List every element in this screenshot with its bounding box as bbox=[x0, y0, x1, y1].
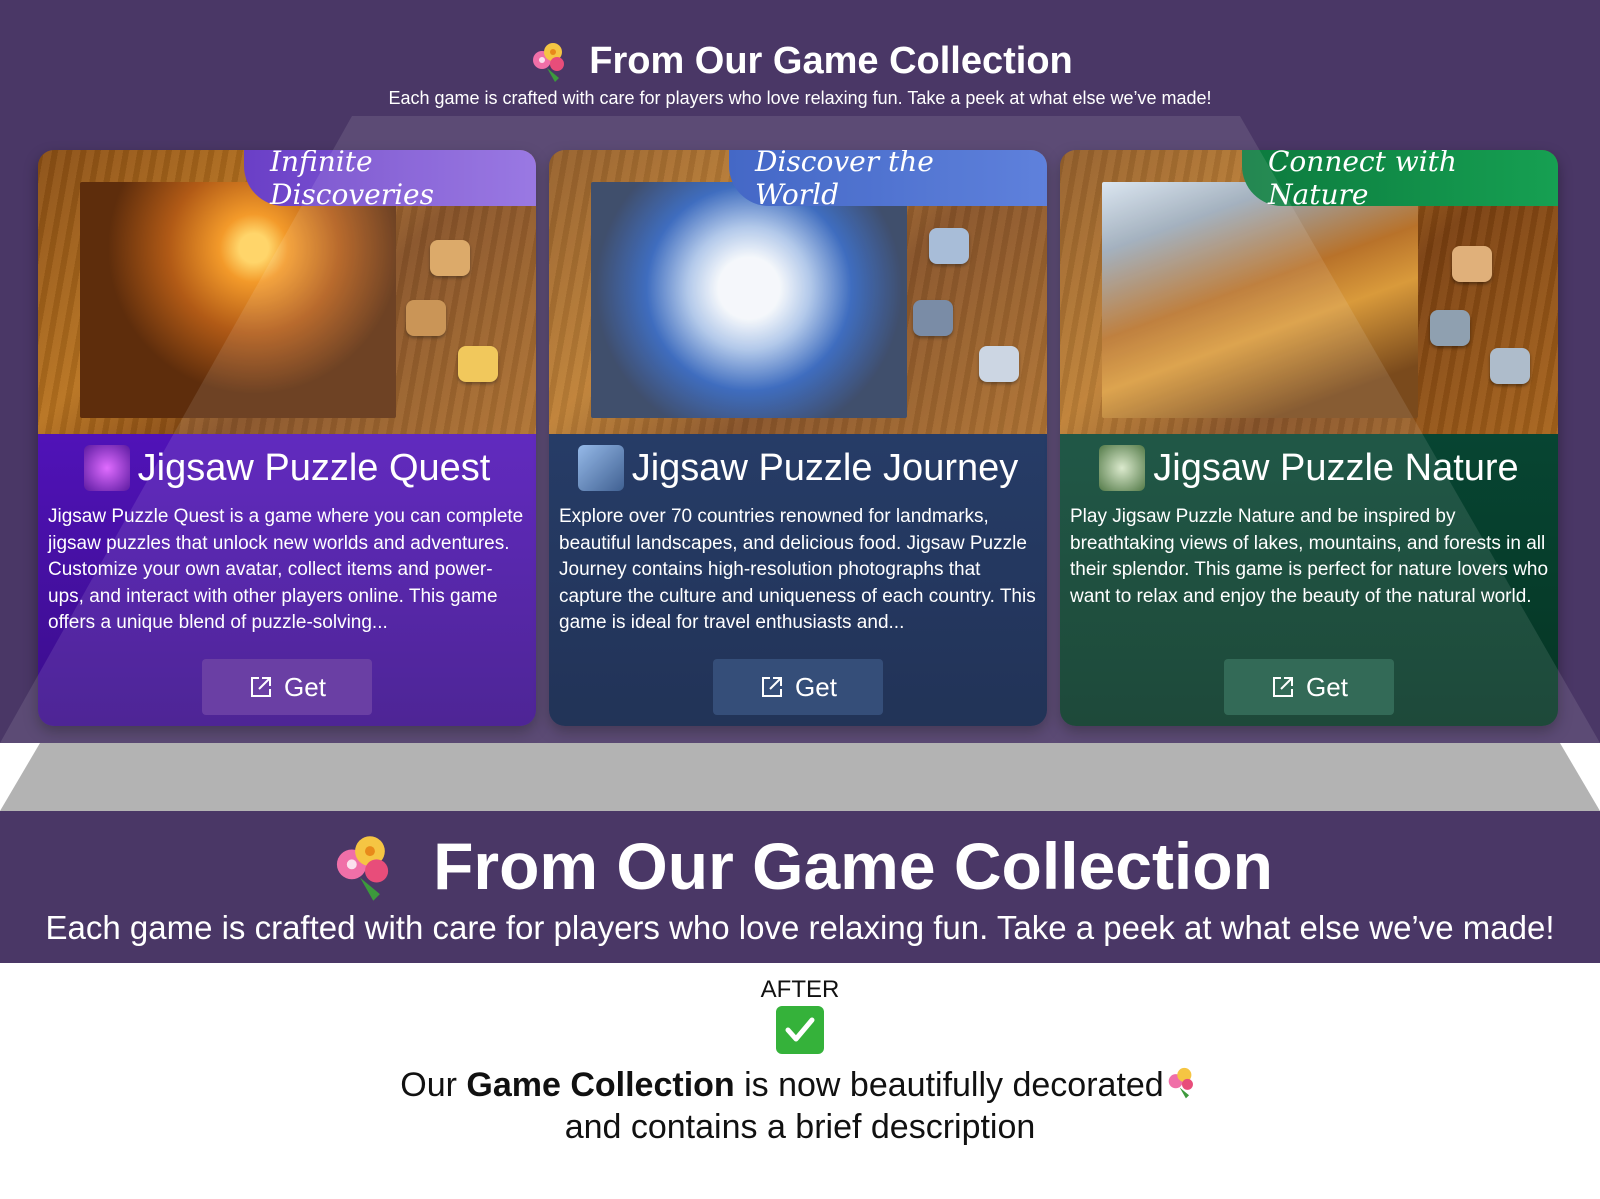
game-title: Jigsaw Puzzle Journey bbox=[631, 446, 1019, 489]
caption: Our Game Collection is now beautifully d… bbox=[0, 1064, 1600, 1148]
quest-app-icon bbox=[83, 445, 130, 491]
external-link-icon bbox=[762, 677, 783, 697]
zoomed-title: From Our Game Collection bbox=[433, 829, 1273, 903]
zoomed-header: From Our Game Collection bbox=[0, 821, 1600, 911]
get-button-label: Get bbox=[284, 671, 326, 702]
external-link-icon bbox=[251, 677, 272, 697]
card-ribbon: Connect with Nature bbox=[1242, 150, 1558, 211]
zoomed-header-panel: From Our Game Collection Each game is cr… bbox=[0, 811, 1600, 963]
check-mark-icon bbox=[776, 1006, 824, 1054]
caption-prefix: Our bbox=[400, 1066, 467, 1104]
external-link-icon bbox=[1273, 677, 1294, 697]
card-artwork: Infinite Discoveries bbox=[38, 150, 536, 434]
card-body: Jigsaw Puzzle Nature Play Jigsaw Puzzle … bbox=[1060, 434, 1558, 726]
page-subtitle: Each game is crafted with care for playe… bbox=[388, 88, 1212, 108]
card-body: Jigsaw Puzzle Quest Jigsaw Puzzle Quest … bbox=[38, 434, 536, 726]
game-card-journey: Discover the World Jigsaw Puzzle Journey… bbox=[549, 150, 1047, 726]
get-button-quest[interactable]: Get bbox=[202, 659, 372, 715]
game-title: Jigsaw Puzzle Quest bbox=[137, 446, 491, 489]
page-title: From Our Game Collection bbox=[589, 39, 1073, 82]
get-button-journey[interactable]: Get bbox=[713, 659, 883, 715]
game-title-row: Jigsaw Puzzle Journey bbox=[549, 442, 1047, 494]
caption-line2: and contains a brief description bbox=[564, 1108, 1036, 1146]
get-button-label: Get bbox=[795, 671, 837, 702]
game-card-quest: Infinite Discoveries Jigsaw Puzzle Quest… bbox=[38, 150, 536, 726]
get-button-nature[interactable]: Get bbox=[1224, 659, 1394, 715]
card-artwork: Connect with Nature bbox=[1060, 150, 1558, 434]
game-collection-panel: From Our Game Collection Each game is cr… bbox=[0, 0, 1600, 743]
game-title: Jigsaw Puzzle Nature bbox=[1153, 446, 1519, 489]
puzzle-piece[interactable] bbox=[406, 300, 446, 336]
zoomed-subtitle: Each game is crafted with care for playe… bbox=[45, 909, 1555, 946]
zoom-connector bbox=[0, 743, 1600, 811]
puzzle-piece[interactable] bbox=[1452, 246, 1492, 282]
game-description: Explore over 70 countries renowned for l… bbox=[559, 506, 1036, 633]
bouquet-icon bbox=[527, 38, 573, 84]
puzzle-piece[interactable] bbox=[979, 346, 1019, 382]
get-button-label: Get bbox=[1306, 671, 1348, 702]
caption-bold: Game Collection bbox=[466, 1066, 735, 1104]
bouquet-icon bbox=[327, 828, 403, 904]
wheat-field-photo bbox=[80, 182, 396, 418]
collection-header: From Our Game Collection bbox=[0, 36, 1600, 86]
card-ribbon: Infinite Discoveries bbox=[244, 150, 536, 211]
puzzle-piece[interactable] bbox=[1490, 348, 1530, 384]
after-label: AFTER bbox=[760, 976, 840, 1003]
game-card-nature: Connect with Nature Jigsaw Puzzle Nature… bbox=[1060, 150, 1558, 726]
game-description: Jigsaw Puzzle Quest is a game where you … bbox=[48, 506, 524, 633]
puzzle-piece[interactable] bbox=[929, 228, 969, 264]
forest-sky-photo bbox=[591, 182, 907, 418]
nature-app-icon bbox=[1099, 445, 1146, 491]
card-ribbon: Discover the World bbox=[729, 150, 1047, 211]
card-artwork: Discover the World bbox=[549, 150, 1047, 434]
game-description: Play Jigsaw Puzzle Nature and be inspire… bbox=[1070, 506, 1549, 607]
card-body: Jigsaw Puzzle Journey Explore over 70 co… bbox=[549, 434, 1047, 726]
caption-suffix: is now beautifully decorated bbox=[734, 1066, 1164, 1104]
puzzle-piece[interactable] bbox=[458, 346, 498, 382]
bouquet-icon bbox=[1164, 1064, 1200, 1100]
puzzle-piece[interactable] bbox=[913, 300, 953, 336]
puzzle-piece[interactable] bbox=[1430, 310, 1470, 346]
puzzle-piece[interactable] bbox=[430, 240, 470, 276]
game-title-row: Jigsaw Puzzle Quest bbox=[38, 442, 536, 494]
game-title-row: Jigsaw Puzzle Nature bbox=[1060, 442, 1558, 494]
autumn-hills-photo bbox=[1102, 182, 1418, 418]
journey-app-icon bbox=[577, 445, 624, 491]
